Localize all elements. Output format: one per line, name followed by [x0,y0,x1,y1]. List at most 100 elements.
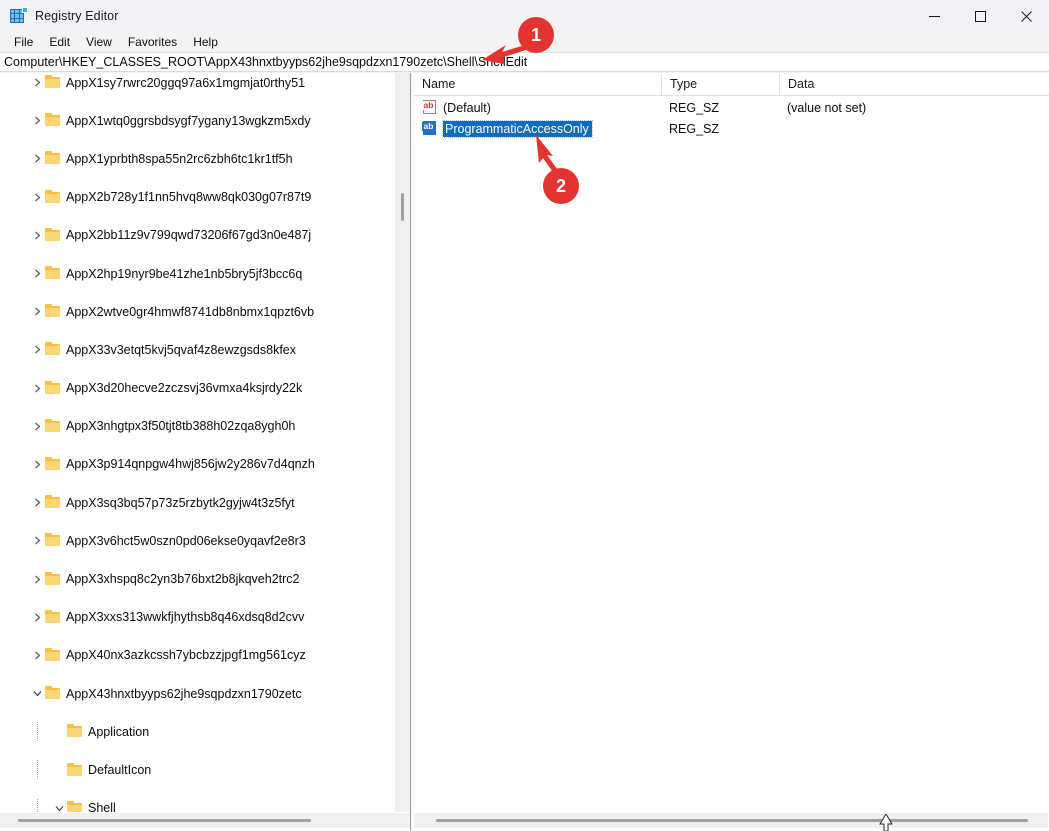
tree-item-label: AppX33v3etqt5kvj5qvaf4z8ewzgsds8kfex [66,342,297,357]
mouse-cursor [879,814,893,831]
tree-horizontal-scrollbar[interactable] [0,813,410,828]
registry-values-pane: Name Type Data ab (Default) REG_SZ (value n… [412,73,1049,831]
folder-icon [44,608,61,627]
tree-item-label: AppX43hnxtbyyps62jhe9sqpdzxn1790zetc [66,686,302,701]
tree-item[interactable]: Shell [0,798,394,812]
tree-item[interactable]: AppX3p914qnpgw4hwj856jw2y286v7d4qnzh [0,455,394,474]
folder-icon [66,722,83,741]
folder-icon [44,379,61,398]
chevron-right-icon[interactable] [30,608,44,627]
chevron-right-icon[interactable] [30,646,44,665]
tree-item[interactable]: AppX3xhspq8c2yn3b76bxt2b8jkqveh2trc2 [0,570,394,589]
chevron-right-icon[interactable] [30,226,44,245]
annotation-badge-2: 2 [543,168,579,204]
tree-item[interactable]: AppX3sq3bq57p73z5rzbytk2gyjw4t3z5fyt [0,493,394,512]
tree-item-label: AppX3xhspq8c2yn3b76bxt2b8jkqveh2trc2 [66,572,300,587]
folder-icon [44,340,61,359]
chevron-right-icon[interactable] [30,417,44,436]
chevron-right-icon[interactable] [30,264,44,283]
folder-icon [44,570,61,589]
column-header-type[interactable]: Type [662,74,780,96]
values-list-header: Name Type Data [414,74,1049,96]
tree-item-label: Shell [88,801,116,812]
folder-icon [44,684,61,703]
window-title: Registry Editor [35,9,119,23]
folder-icon [44,646,61,665]
tree-item-label: AppX1yprbth8spa55n2rc6zbh6tc1kr1tf5h [66,151,293,166]
tree-item-label: AppX3nhgtpx3f50tjt8tb388h02zqa8ygh0h [66,419,296,434]
column-header-name[interactable]: Name [414,74,662,96]
tree-item[interactable]: AppX3v6hct5w0szn0pd06ekse0yqavf2e8r3 [0,531,394,550]
tree-item[interactable]: AppX1wtq0ggrsbdsygf7ygany13wgkzm5xdy [0,111,394,130]
tree-item-label: AppX3d20hecve2zczsvj36vmxa4ksjrdy22k [66,381,303,396]
folder-icon [44,302,61,321]
close-button[interactable] [1003,0,1049,32]
tree-item[interactable]: AppX3xxs313wwkfjhythsb8q46xdsq8d2cvv [0,608,394,627]
chevron-right-icon[interactable] [30,340,44,359]
menu-file[interactable]: File [6,33,41,52]
tree-item-label: AppX3xxs313wwkfjhythsb8q46xdsq8d2cvv [66,610,305,625]
folder-icon [44,226,61,245]
registry-editor-window: Registry Editor File Edit View Favorites… [0,0,1049,831]
registry-tree: AppX1sy7rwrc20ggq97a6x1mgmjat0rthy51 AppX… [0,73,394,812]
tree-vscroll-thumb[interactable] [401,193,404,221]
tree-item[interactable]: AppX2hp19nyr9be41zhe1nb5bry5jf3bcc6q [0,264,394,283]
tree-item[interactable]: AppX3nhgtpx3f50tjt8tb388h02zqa8ygh0h [0,417,394,436]
chevron-right-icon[interactable] [30,111,44,130]
chevron-right-icon[interactable] [30,455,44,474]
menu-edit[interactable]: Edit [41,33,78,52]
registry-tree-pane: AppX1sy7rwrc20ggq97a6x1mgmjat0rthy51 AppX… [0,73,411,831]
folder-icon [44,493,61,512]
tree-item[interactable]: AppX1sy7rwrc20ggq97a6x1mgmjat0rthy51 [0,73,394,92]
chevron-right-icon[interactable] [30,302,44,321]
tree-item[interactable]: AppX43hnxtbyyps62jhe9sqpdzxn1790zetc [0,684,394,703]
tree-item[interactable]: AppX2wtve0gr4hmwf8741db8nbmx1qpzt6vb [0,302,394,321]
registry-editor-icon [10,7,28,24]
chevron-right-icon[interactable] [30,73,44,92]
tree-item-label: AppX3sq3bq57p73z5rzbytk2gyjw4t3z5fyt [66,495,295,510]
chevron-down-icon[interactable] [52,799,66,812]
folder-icon [44,417,61,436]
tree-item[interactable]: AppX2bb11z9v799qwd73206f67gd3n0e487j [0,226,394,245]
tree-hscroll-thumb[interactable] [18,819,311,822]
window-controls [911,0,1049,32]
tree-item-label: AppX2b728y1f1nn5hvq8ww8qk030g07r87t9 [66,190,312,205]
tree-guide-line [37,722,38,742]
column-header-data[interactable]: Data [780,74,1049,96]
value-row[interactable]: ab (Default) REG_SZ (value not set) [414,98,1047,117]
chevron-right-icon[interactable] [30,531,44,550]
chevron-right-icon[interactable] [30,149,44,168]
tree-item[interactable]: AppX3d20hecve2zczsvj36vmxa4ksjrdy22k [0,379,394,398]
chevron-right-icon[interactable] [30,493,44,512]
menu-favorites[interactable]: Favorites [120,33,185,52]
tree-item-label: AppX2wtve0gr4hmwf8741db8nbmx1qpzt6vb [66,304,315,319]
values-hscroll-thumb[interactable] [436,819,1028,822]
address-path: Computer\HKEY_CLASSES_ROOT\AppX43hnxtbyy… [4,55,528,69]
tree-item[interactable]: AppX1yprbth8spa55n2rc6zbh6tc1kr1tf5h [0,149,394,168]
tree-item[interactable]: DefaultIcon [0,760,394,780]
tree-item-label: AppX2bb11z9v799qwd73206f67gd3n0e487j [66,228,312,243]
tree-item[interactable]: AppX33v3etqt5kvj5qvaf4z8ewzgsds8kfex [0,340,394,359]
tree-guide-line [37,760,38,780]
value-name: (Default) [443,100,491,115]
tree-item[interactable]: Application [0,722,394,742]
tree-vertical-scrollbar[interactable] [395,73,410,812]
value-row[interactable]: ab ProgrammaticAccessOnly REG_SZ [414,119,1047,138]
tree-item-label: AppX3v6hct5w0szn0pd06ekse0yqavf2e8r3 [66,533,306,548]
values-horizontal-scrollbar[interactable] [414,813,1048,828]
minimize-button[interactable] [911,0,957,32]
tree-item-label: AppX40nx3azkcssh7ybcbzzjpgf1mg561cyz [66,648,306,663]
menu-help[interactable]: Help [185,33,226,52]
content-area: AppX1sy7rwrc20ggq97a6x1mgmjat0rthy51 AppX… [0,73,1049,831]
menu-view[interactable]: View [78,33,120,52]
tree-item[interactable]: AppX40nx3azkcssh7ybcbzzjpgf1mg561cyz [0,646,394,665]
chevron-right-icon[interactable] [30,379,44,398]
tree-item[interactable]: AppX2b728y1f1nn5hvq8ww8qk030g07r87t9 [0,188,394,207]
chevron-right-icon[interactable] [30,570,44,589]
chevron-down-icon[interactable] [30,684,44,703]
folder-icon [44,149,61,168]
chevron-right-icon[interactable] [30,188,44,207]
maximize-button[interactable] [957,0,1003,32]
folder-icon [66,761,83,780]
